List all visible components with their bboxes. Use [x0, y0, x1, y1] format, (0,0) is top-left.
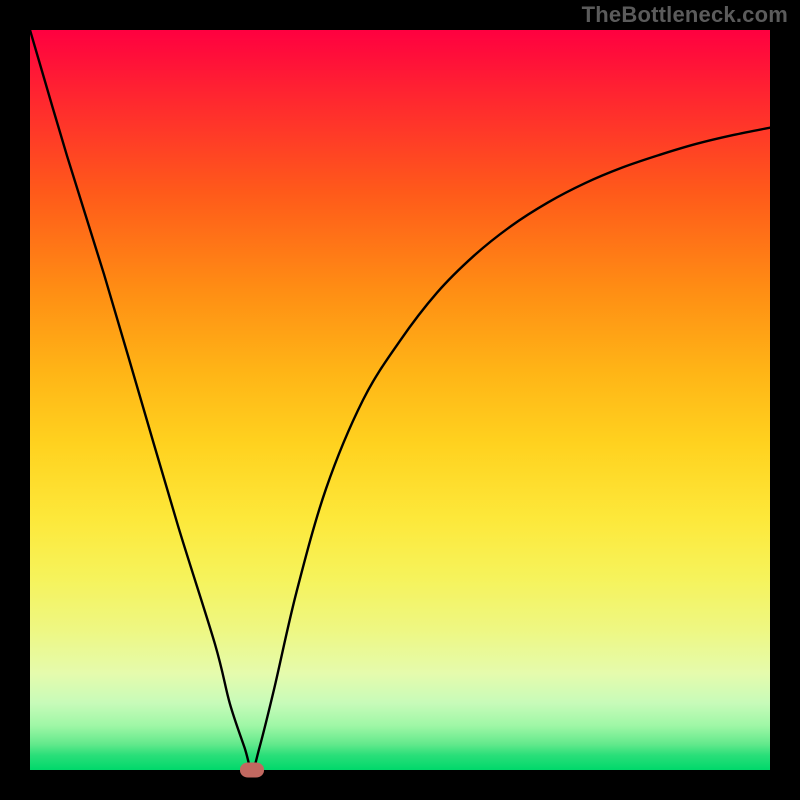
curve-svg: [30, 30, 770, 770]
chart-frame: TheBottleneck.com: [0, 0, 800, 800]
plot-area: [30, 30, 770, 770]
bottleneck-curve: [30, 30, 770, 770]
watermark-label: TheBottleneck.com: [582, 2, 788, 28]
minimum-marker: [240, 763, 264, 778]
